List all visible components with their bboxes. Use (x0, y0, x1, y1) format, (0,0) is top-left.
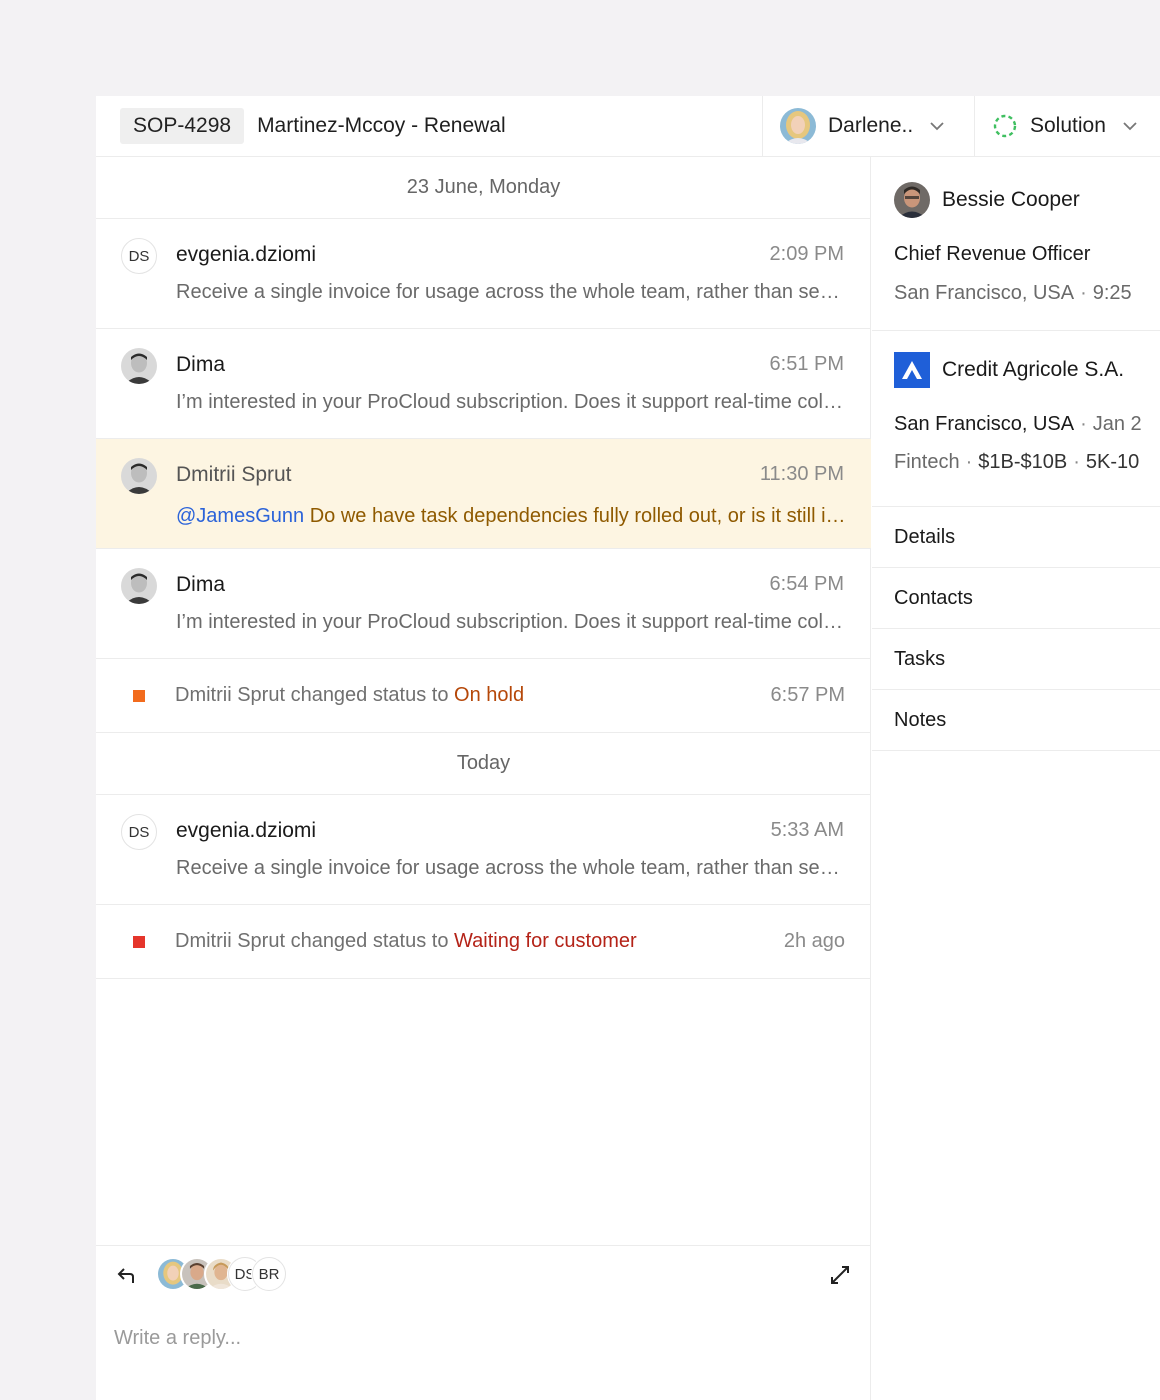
message-item[interactable]: DS evgenia.dziomi 5:33 AM Receive a sing… (96, 795, 871, 905)
reply-composer: DS BR (96, 1245, 871, 1400)
ticket-id: SOP-4298 (133, 114, 232, 137)
message-preview: @JamesGunn Do we have task dependencies … (176, 505, 846, 528)
message-preview: Receive a single invoice for usage acros… (176, 281, 846, 303)
company-logo-icon (894, 352, 930, 388)
participants-list[interactable]: DS BR (156, 1257, 286, 1291)
contact-local-time: 9:25 (1092, 282, 1132, 304)
message-preview: I’m interested in your ProCloud subscrip… (176, 611, 846, 633)
message-item[interactable]: Dima 6:54 PM I’m interested in your ProC… (96, 549, 871, 659)
contact-header[interactable]: Bessie Cooper (894, 182, 1080, 218)
section-details[interactable]: Details (872, 507, 1160, 568)
expand-icon[interactable] (829, 1264, 851, 1286)
reply-icon[interactable] (116, 1264, 138, 1286)
avatar (121, 348, 157, 384)
company-since: Jan 2 (1092, 413, 1142, 435)
message-author: evgenia.dziomi (176, 243, 317, 266)
customer-side-panel: Bessie Cooper Chief Revenue Officer San … (872, 157, 1160, 1400)
reply-input[interactable] (114, 1318, 854, 1358)
contact-role: Chief Revenue Officer (894, 243, 1091, 265)
status-on-hold-icon (133, 689, 145, 702)
contact-card: Bessie Cooper Chief Revenue Officer San … (872, 157, 1160, 331)
company-name: Credit Agricole S.A. (942, 358, 1125, 381)
message-time: 6:54 PM (769, 573, 844, 595)
company-location-row: San Francisco, USA · Jan 2 (894, 413, 1142, 435)
section-notes[interactable]: Notes (872, 690, 1160, 751)
message-item-highlighted[interactable]: Dmitrii Sprut 11:30 PM @JamesGunn Do we … (96, 439, 871, 549)
status-waiting-icon (133, 935, 145, 948)
message-time: 2:09 PM (769, 243, 844, 265)
message-item[interactable]: DS evgenia.dziomi 2:09 PM Receive a sing… (96, 219, 871, 329)
message-preview: Receive a single invoice for usage acros… (176, 857, 846, 879)
message-time: 6:51 PM (769, 353, 844, 375)
participant-initials: BR (252, 1257, 286, 1291)
event-text: Dmitrii Sprut changed status to On hold (175, 684, 525, 706)
avatar-initials: DS (121, 814, 157, 850)
message-author: Dima (176, 353, 226, 376)
ticket-panel: SOP-4298 Martinez-Mccoy - Renewal Darlen… (96, 96, 1160, 1400)
chevron-down-icon (1123, 122, 1137, 131)
status-label: Solution (1030, 114, 1106, 137)
status-dropdown[interactable]: Solution (974, 96, 1160, 156)
event-text: Dmitrii Sprut changed status to Waiting … (175, 930, 637, 952)
status-value: Waiting for customer (454, 930, 637, 952)
company-industry: Fintech (894, 451, 960, 473)
avatar (121, 458, 157, 494)
status-value: On hold (454, 684, 525, 706)
status-change-event: Dmitrii Sprut changed status to Waiting … (96, 905, 871, 979)
contact-name: Bessie Cooper (942, 188, 1080, 211)
event-time: 2h ago (783, 930, 845, 952)
contact-avatar (894, 182, 930, 218)
section-tasks[interactable]: Tasks (872, 629, 1160, 690)
message-author: Dmitrii Sprut (176, 463, 292, 486)
ticket-id-badge[interactable]: SOP-4298 (120, 108, 245, 144)
avatar-initials: DS (121, 238, 157, 274)
date-separator: Today (96, 733, 871, 795)
conversation-feed[interactable]: 23 June, Monday DS evgenia.dziomi 2:09 P… (96, 157, 871, 1400)
assignee-dropdown[interactable]: Darlene.. (762, 96, 974, 156)
ticket-title: Martinez-Mccoy - Renewal (257, 114, 506, 137)
status-change-event: Dmitrii Sprut changed status to On hold … (96, 659, 871, 733)
message-text: Do we have task dependencies fully rolle… (304, 505, 846, 527)
company-location: San Francisco, USA (894, 413, 1075, 435)
ticket-header: SOP-4298 Martinez-Mccoy - Renewal Darlen… (96, 96, 1160, 157)
message-author: Dima (176, 573, 226, 596)
company-card: Credit Agricole S.A. San Francisco, USA ·… (872, 331, 1160, 507)
company-meta-row: Fintech · $1B-$10B · 5K-10 (894, 451, 1140, 473)
status-progress-icon (993, 114, 1017, 138)
chevron-down-icon (930, 122, 944, 131)
avatar (121, 568, 157, 604)
contact-location: San Francisco, USA (894, 282, 1075, 304)
event-time: 6:57 PM (770, 684, 845, 706)
date-separator: 23 June, Monday (96, 157, 871, 219)
contact-location-row: San Francisco, USA · 9:25 (894, 282, 1132, 304)
company-header[interactable]: Credit Agricole S.A. (894, 352, 1124, 388)
message-time: 11:30 PM (759, 463, 844, 485)
message-preview: I’m interested in your ProCloud subscrip… (176, 391, 846, 413)
section-contacts[interactable]: Contacts (872, 568, 1160, 629)
message-author: evgenia.dziomi (176, 819, 317, 842)
company-revenue: $1B-$10B (978, 451, 1068, 473)
assignee-name: Darlene.. (828, 114, 914, 137)
company-size: 5K-10 (1085, 451, 1140, 473)
message-item[interactable]: Dima 6:51 PM I’m interested in your ProC… (96, 329, 871, 439)
message-time: 5:33 AM (770, 819, 844, 841)
assignee-avatar (780, 108, 816, 144)
user-mention[interactable]: @JamesGunn (176, 505, 304, 527)
